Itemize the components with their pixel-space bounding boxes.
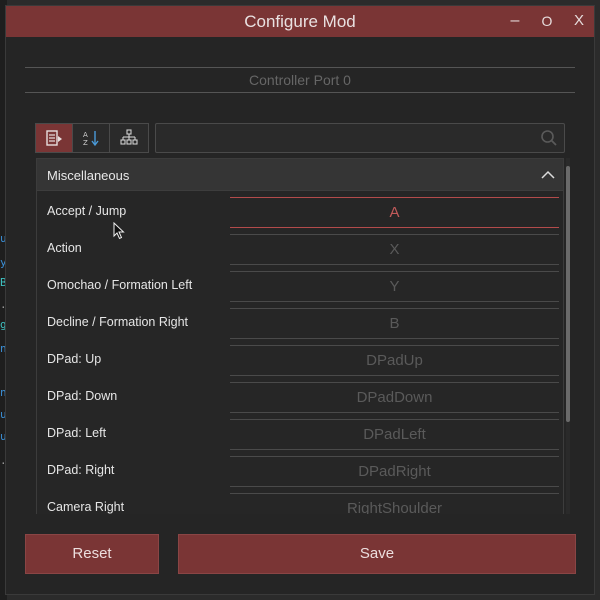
configure-mod-window: Configure Mod – O X Controller Port 0 A … (5, 5, 595, 595)
binding-label: Accept / Jump (47, 204, 127, 218)
minimize-button[interactable]: – (504, 10, 526, 32)
binding-value-field[interactable]: Y (230, 271, 559, 302)
category-list-icon (46, 130, 62, 146)
category-view-button[interactable] (36, 124, 73, 152)
controller-port-label: Controller Port 0 (249, 72, 351, 88)
binding-row: DPad: Up DPadUp (37, 344, 563, 381)
binding-row: DPad: Right DPadRight (37, 455, 563, 492)
binding-label: DPad: Up (47, 352, 102, 366)
section-header-miscellaneous[interactable]: Miscellaneous (37, 159, 563, 191)
scrollbar-thumb[interactable] (566, 166, 570, 422)
binding-label: DPad: Right (47, 463, 115, 477)
reset-button[interactable]: Reset (25, 534, 159, 574)
controller-port-header: Controller Port 0 (25, 67, 575, 93)
binding-value-field[interactable]: RightShoulder (230, 493, 559, 514)
binding-value-field[interactable]: X (230, 234, 559, 265)
binding-value-field[interactable]: DPadDown (230, 382, 559, 413)
binding-label: Omochao / Formation Left (47, 278, 193, 292)
close-button[interactable]: X (568, 10, 590, 32)
alphabetical-view-button[interactable]: A Z (73, 124, 110, 152)
title-bar[interactable]: Configure Mod – O X (6, 6, 594, 37)
vertical-scrollbar[interactable] (566, 158, 570, 514)
binding-value-field[interactable]: A (230, 197, 559, 228)
search-input[interactable] (162, 128, 536, 150)
svg-text:A: A (83, 131, 88, 139)
bindings-list: Miscellaneous Accept / Jump A Action X O… (36, 158, 564, 514)
search-box[interactable] (155, 123, 565, 153)
binding-row: Omochao / Formation Left Y (37, 270, 563, 307)
mouse-cursor-icon (113, 221, 125, 245)
chevron-up-icon[interactable] (541, 168, 555, 186)
binding-label: DPad: Left (47, 426, 107, 440)
hierarchy-icon (119, 129, 138, 145)
binding-row: DPad: Left DPadLeft (37, 418, 563, 455)
binding-row: DPad: Down DPadDown (37, 381, 563, 418)
binding-row: Camera Right RightShoulder (37, 492, 563, 514)
maximize-button[interactable]: O (536, 10, 558, 32)
binding-value-field[interactable]: B (230, 308, 559, 339)
section-title: Miscellaneous (47, 168, 130, 183)
view-mode-toolbar: A Z (35, 123, 149, 153)
binding-value-field[interactable]: DPadRight (230, 456, 559, 487)
sort-alphabetical-icon: A Z (83, 131, 99, 147)
binding-value-field[interactable]: DPadUp (230, 345, 559, 376)
binding-label: DPad: Down (47, 389, 118, 403)
binding-label: Action (47, 241, 82, 255)
svg-text:Z: Z (83, 139, 88, 147)
binding-label: Camera Right (47, 500, 125, 514)
binding-label: Decline / Formation Right (47, 315, 189, 329)
hierarchy-view-button[interactable] (110, 124, 147, 152)
binding-row: Decline / Formation Right B (37, 307, 563, 344)
binding-value-field[interactable]: DPadLeft (230, 419, 559, 450)
save-button[interactable]: Save (178, 534, 576, 574)
search-icon (540, 129, 558, 152)
